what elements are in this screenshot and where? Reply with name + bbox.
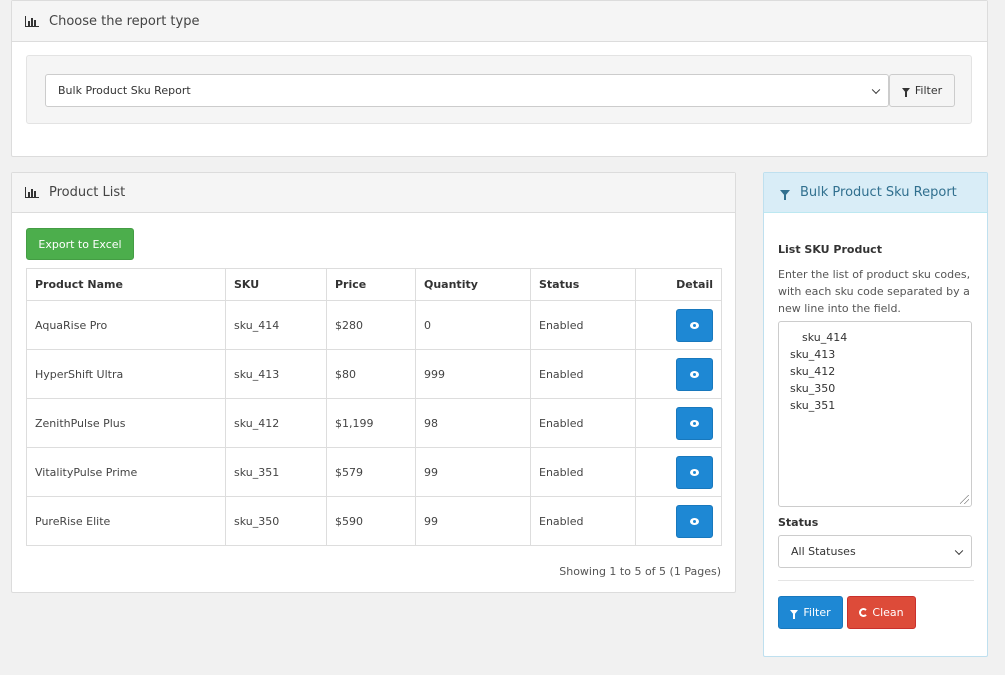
quantity-cell: 99 — [415, 447, 531, 497]
view-detail-button[interactable] — [676, 455, 713, 489]
sku-cell: sku_351 — [225, 447, 327, 497]
detail-cell — [635, 398, 722, 448]
sku-cell: sku_350 — [225, 496, 327, 546]
price-cell: $80 — [326, 349, 416, 399]
status-cell: Enabled — [530, 496, 636, 546]
status-cell: Enabled — [530, 300, 636, 350]
product-name-cell: HyperShift Ultra — [26, 349, 226, 399]
quantity-cell: 98 — [415, 398, 531, 448]
report-type-select-value: Bulk Product Sku Report — [58, 84, 191, 97]
column-header-status: Status — [530, 268, 636, 301]
report-type-panel: Choose the report type Bulk Product Sku … — [11, 0, 988, 157]
view-detail-button[interactable] — [676, 406, 713, 440]
detail-cell — [635, 349, 722, 399]
export-to-excel-button[interactable]: Export to Excel — [26, 228, 134, 260]
status-cell: Enabled — [530, 447, 636, 497]
product-name-cell: ZenithPulse Plus — [26, 398, 226, 448]
sku-line: sku_350 — [790, 382, 836, 395]
chevron-down-icon — [954, 546, 964, 555]
product-table: Product Name SKU Price Quantity Status D… — [26, 268, 722, 546]
sku-line: sku_351 — [790, 399, 836, 412]
sku-cell: sku_412 — [225, 398, 327, 448]
detail-cell — [635, 300, 722, 350]
divider — [778, 580, 974, 581]
detail-cell — [635, 496, 722, 546]
status-cell: Enabled — [530, 398, 636, 448]
product-list-heading: Product List — [12, 173, 735, 213]
quantity-cell: 999 — [415, 349, 531, 399]
view-detail-button[interactable] — [676, 357, 713, 391]
column-header-price: Price — [326, 268, 416, 301]
sku-list-textarea[interactable]: sku_414 sku_413 sku_412 sku_350 sku_351 — [778, 321, 972, 507]
column-header-quantity: Quantity — [415, 268, 531, 301]
price-cell: $280 — [326, 300, 416, 350]
chevron-down-icon — [871, 85, 881, 94]
status-label: Status — [778, 516, 819, 529]
sku-filter-heading: Bulk Product Sku Report — [764, 173, 987, 213]
status-cell: Enabled — [530, 349, 636, 399]
report-type-title: Choose the report type — [49, 13, 200, 29]
filter-icon — [901, 88, 910, 97]
sku-line: sku_414 — [802, 331, 848, 344]
status-select[interactable]: All Statuses — [778, 535, 972, 568]
table-row: VitalityPulse Prime sku_351 $579 99 Enab… — [26, 447, 722, 497]
sku-list-label: List SKU Product — [778, 243, 882, 256]
table-row: PureRise Elite sku_350 $590 99 Enabled — [26, 496, 722, 546]
product-name-cell: AquaRise Pro — [26, 300, 226, 350]
resize-handle-icon[interactable] — [960, 495, 969, 504]
detail-cell — [635, 447, 722, 497]
sku-cell: sku_414 — [225, 300, 327, 350]
status-select-value: All Statuses — [791, 545, 856, 558]
filter-icon — [780, 189, 790, 200]
product-list-title: Product List — [49, 185, 126, 200]
product-name-cell: VitalityPulse Prime — [26, 447, 226, 497]
table-row: AquaRise Pro sku_414 $280 0 Enabled — [26, 300, 722, 350]
clean-button-label: Clean — [872, 606, 904, 619]
sku-line: sku_413 — [790, 348, 836, 361]
price-cell: $1,199 — [326, 398, 416, 448]
bar-chart-icon — [25, 15, 39, 27]
quantity-cell: 0 — [415, 300, 531, 350]
column-header-sku: SKU — [225, 268, 327, 301]
sku-line: sku_412 — [790, 365, 836, 378]
sku-filter-panel: Bulk Product Sku Report List SKU Product… — [763, 172, 988, 657]
price-cell: $590 — [326, 496, 416, 546]
column-header-detail: Detail — [635, 268, 722, 301]
product-list-panel: Product List Export to Excel Product Nam… — [11, 172, 736, 593]
table-row: ZenithPulse Plus sku_412 $1,199 98 Enabl… — [26, 398, 722, 448]
report-type-well: Bulk Product Sku Report Filter — [26, 55, 972, 124]
product-name-cell: PureRise Elite — [26, 496, 226, 546]
filter-icon — [790, 610, 799, 619]
pagination-summary: Showing 1 to 5 of 5 (1 Pages) — [559, 565, 721, 578]
refresh-icon — [859, 608, 869, 617]
report-type-heading: Choose the report type — [12, 1, 987, 42]
sku-help-text: Enter the list of product sku codes, wit… — [778, 268, 971, 315]
sku-filter-title: Bulk Product Sku Report — [800, 185, 957, 200]
bar-chart-icon — [25, 187, 39, 198]
clean-button[interactable]: Clean — [847, 596, 916, 629]
filter-button[interactable]: Filter — [778, 596, 843, 629]
report-type-select[interactable]: Bulk Product Sku Report — [45, 74, 889, 107]
sku-cell: sku_413 — [225, 349, 327, 399]
view-detail-button[interactable] — [676, 308, 713, 342]
price-cell: $579 — [326, 447, 416, 497]
column-header-product-name: Product Name — [26, 268, 226, 301]
report-type-filter-button[interactable]: Filter — [889, 74, 955, 107]
filter-button-label: Filter — [803, 606, 831, 619]
table-row: HyperShift Ultra sku_413 $80 999 Enabled — [26, 349, 722, 399]
quantity-cell: 99 — [415, 496, 531, 546]
report-type-filter-label: Filter — [914, 84, 943, 97]
view-detail-button[interactable] — [676, 504, 713, 538]
table-header-row: Product Name SKU Price Quantity Status D… — [26, 268, 722, 301]
